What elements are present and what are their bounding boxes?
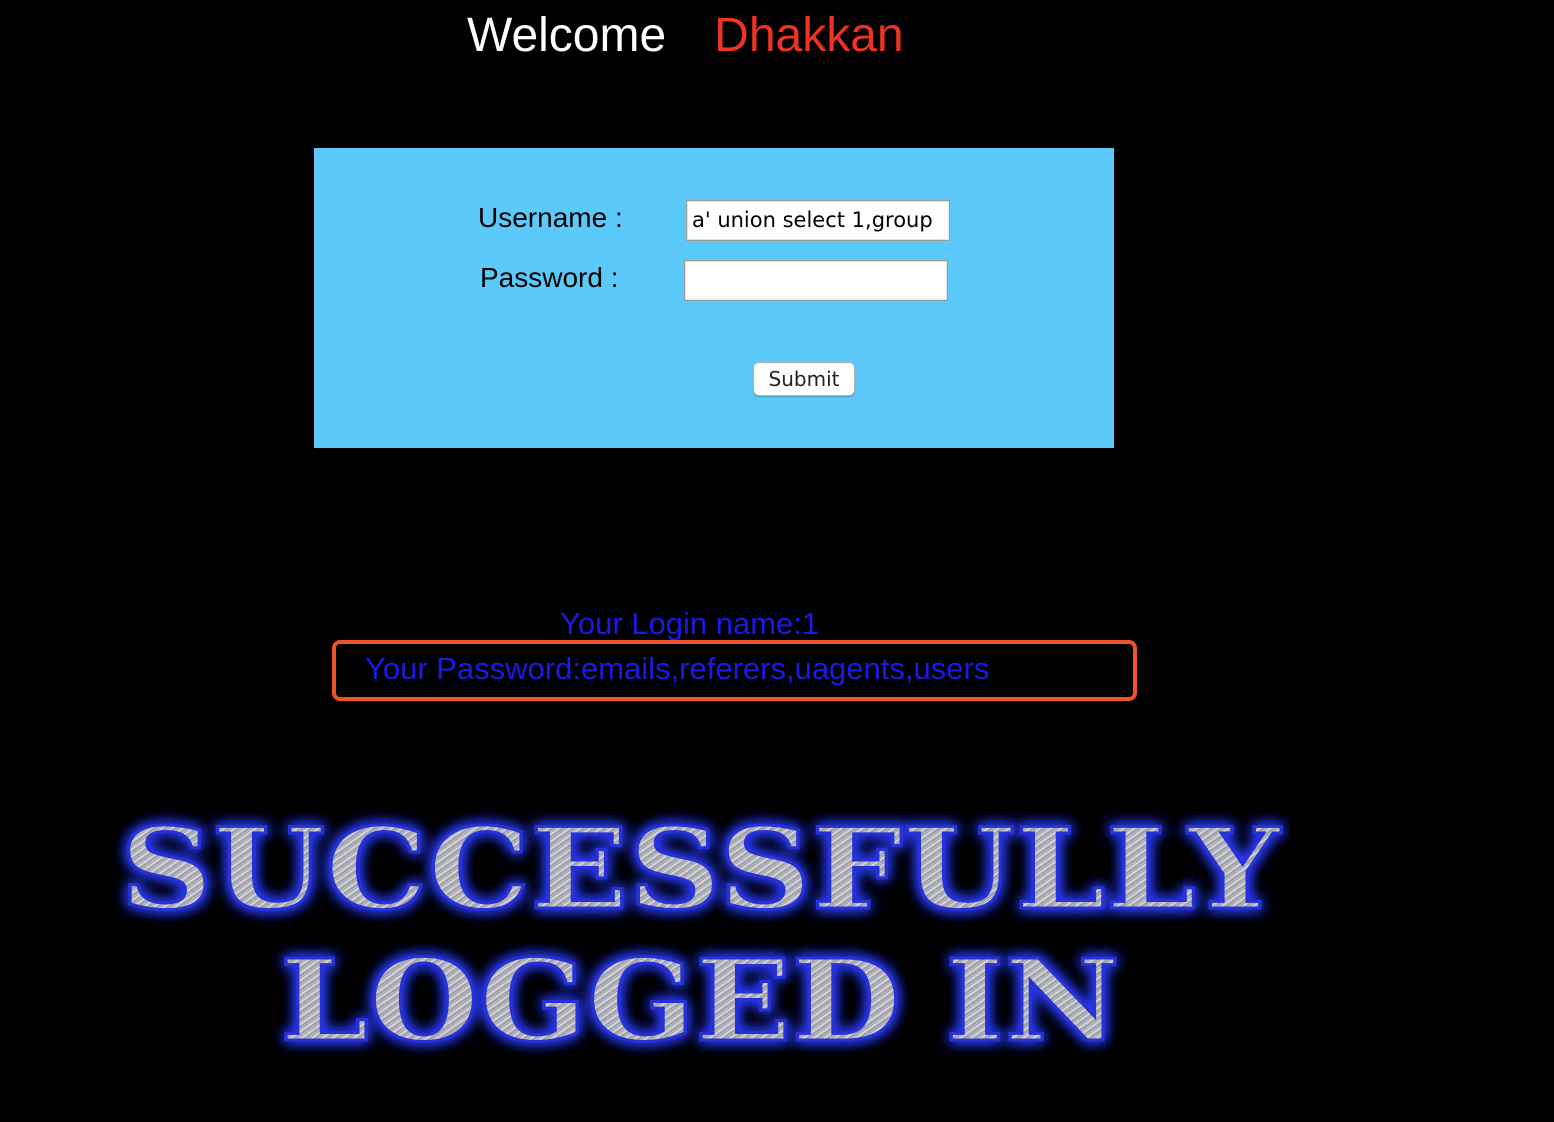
banner-line-1: SUCCESSFULLY	[120, 804, 1281, 935]
password-input[interactable]	[684, 260, 948, 301]
welcome-heading: Welcome Dhakkan	[467, 6, 904, 66]
login-form-panel: Username : a' union select 1,group Passw…	[314, 148, 1114, 448]
banner-line-2: LOGGED IN	[280, 936, 1120, 1060]
successfully-logged-in-banner: SUCCESSFULLY LOGGED IN	[119, 803, 1283, 1061]
username-label: Username :	[478, 202, 623, 233]
username-input[interactable]: a' union select 1,group	[686, 200, 950, 241]
welcome-text: Welcome	[467, 9, 667, 62]
login-name-result: Your Login name:1	[560, 606, 820, 641]
submit-button[interactable]: Submit	[753, 362, 855, 396]
welcome-name: Dhakkan	[714, 9, 904, 62]
password-label: Password :	[480, 262, 619, 293]
page: Welcome Dhakkan Username : a' union selec…	[0, 0, 1554, 1122]
password-result: Your Password:emails,referers,uagents,us…	[365, 651, 990, 686]
